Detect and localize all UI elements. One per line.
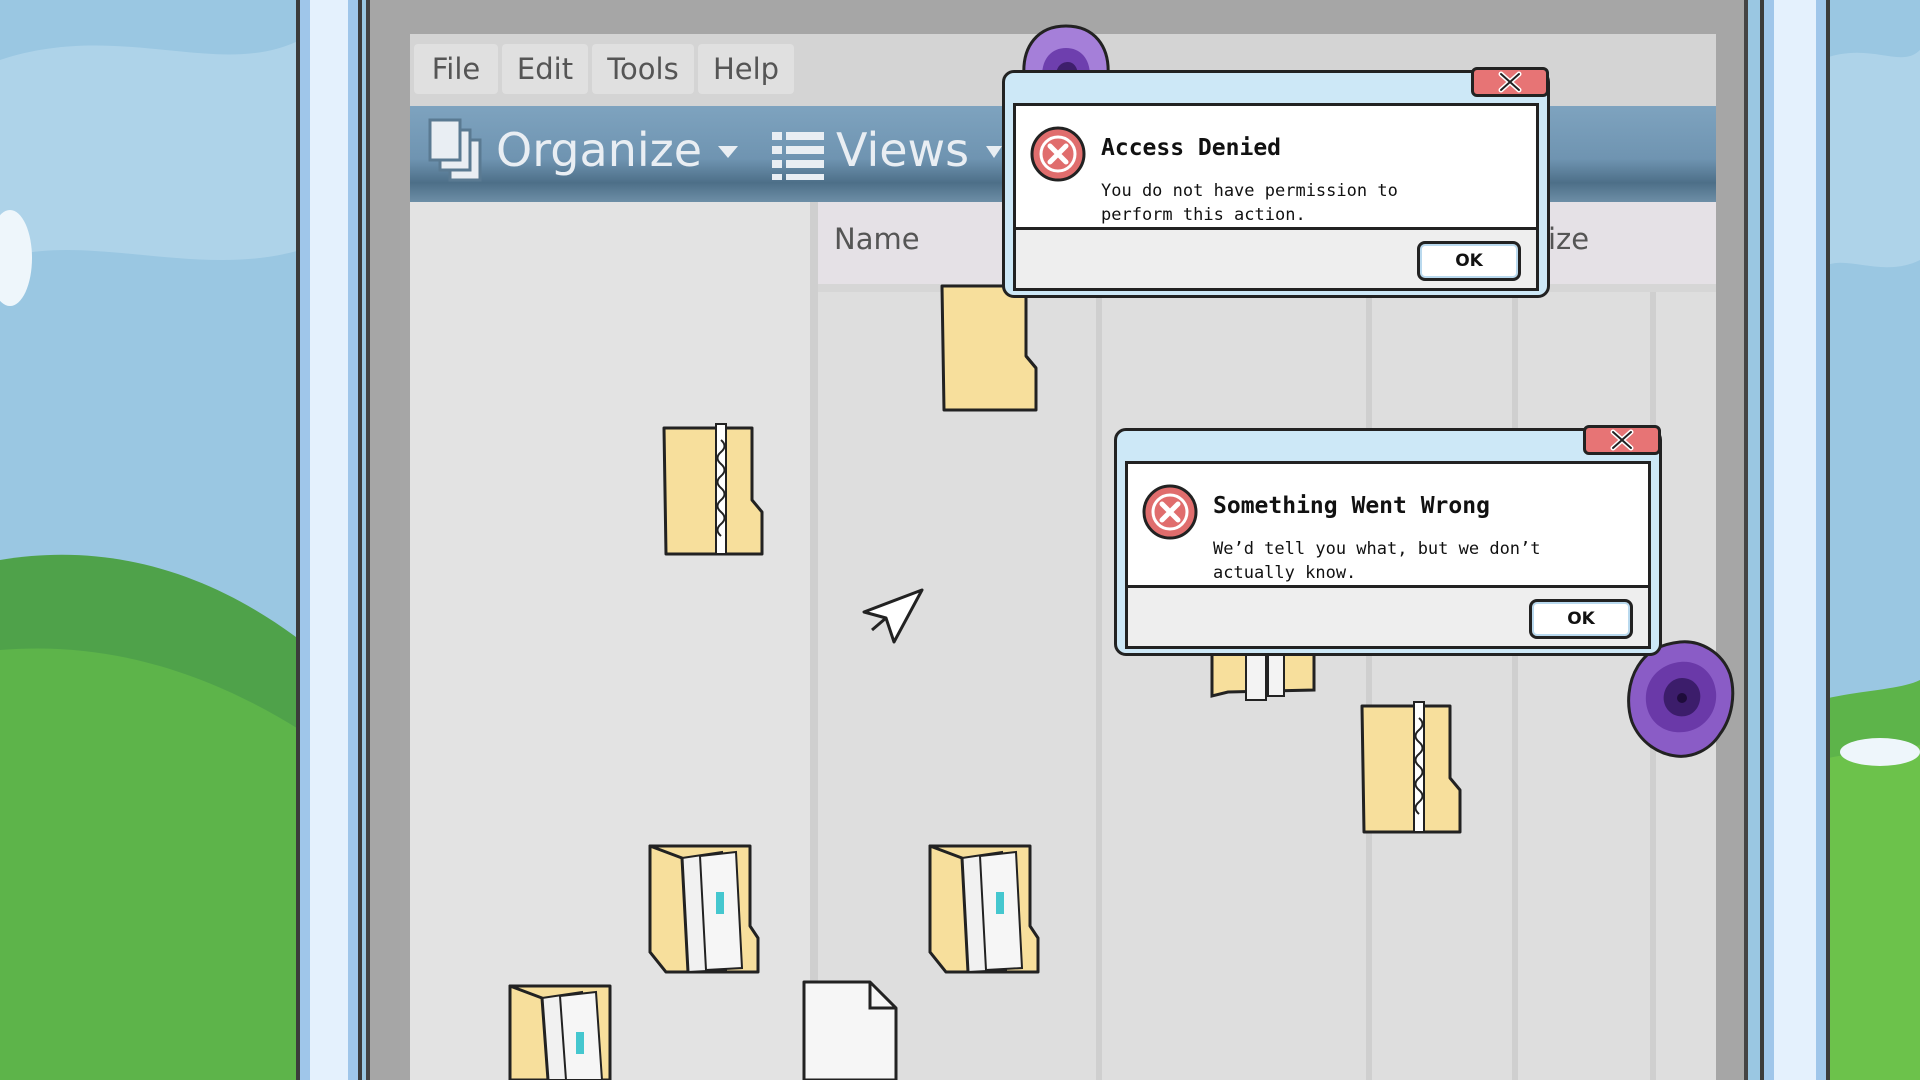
- folder-with-documents-icon[interactable]: [926, 842, 1044, 978]
- column-header-name[interactable]: Name: [834, 222, 920, 256]
- access-denied-dialog: Access Denied You do not have permission…: [1002, 67, 1550, 298]
- column-header-size[interactable]: ize: [1548, 222, 1589, 256]
- dialog-title: Access Denied: [1101, 135, 1282, 161]
- document-icon[interactable]: [800, 978, 900, 1080]
- column-separator[interactable]: [1512, 292, 1518, 1080]
- organize-button[interactable]: Organize: [496, 120, 702, 180]
- frame-pillar-right: [1760, 0, 1830, 1080]
- zip-folder-icon[interactable]: [1358, 698, 1464, 836]
- folder-with-documents-icon[interactable]: [646, 842, 764, 978]
- menu-tools[interactable]: Tools: [592, 44, 694, 94]
- cursor-icon: [862, 588, 924, 644]
- close-button[interactable]: [1471, 67, 1549, 97]
- something-went-wrong-dialog: Something Went Wrong We’d tell you what,…: [1114, 425, 1662, 656]
- zip-folder-icon[interactable]: [660, 420, 766, 558]
- folder-with-documents-icon[interactable]: [506, 982, 620, 1080]
- purple-blob[interactable]: [1624, 638, 1736, 760]
- ok-button[interactable]: OK: [1417, 241, 1521, 281]
- views-button[interactable]: Views: [836, 120, 969, 180]
- column-separator[interactable]: [1096, 292, 1102, 1080]
- close-button[interactable]: [1583, 425, 1661, 455]
- menu-file[interactable]: File: [414, 44, 498, 94]
- views-icon: [772, 132, 824, 180]
- error-icon: [1030, 126, 1086, 182]
- menu-edit[interactable]: Edit: [502, 44, 588, 94]
- column-separator[interactable]: [1366, 292, 1372, 1080]
- organize-icon: [428, 118, 482, 182]
- purple-blob[interactable]: [1016, 22, 1116, 76]
- pane-divider[interactable]: [810, 202, 818, 1080]
- dialog-message: We’d tell you what, but we don’t actuall…: [1213, 539, 1541, 583]
- dialog-message: You do not have permission to perform th…: [1101, 181, 1398, 225]
- menu-help[interactable]: Help: [698, 44, 794, 94]
- frame-pillar-left: [296, 0, 362, 1080]
- ok-button[interactable]: OK: [1529, 599, 1633, 639]
- organize-dropdown-icon[interactable]: [716, 144, 740, 160]
- views-dropdown-icon[interactable]: [984, 144, 1004, 160]
- error-icon: [1142, 484, 1198, 540]
- dialog-title: Something Went Wrong: [1213, 493, 1490, 519]
- folder-icon[interactable]: [938, 282, 1042, 414]
